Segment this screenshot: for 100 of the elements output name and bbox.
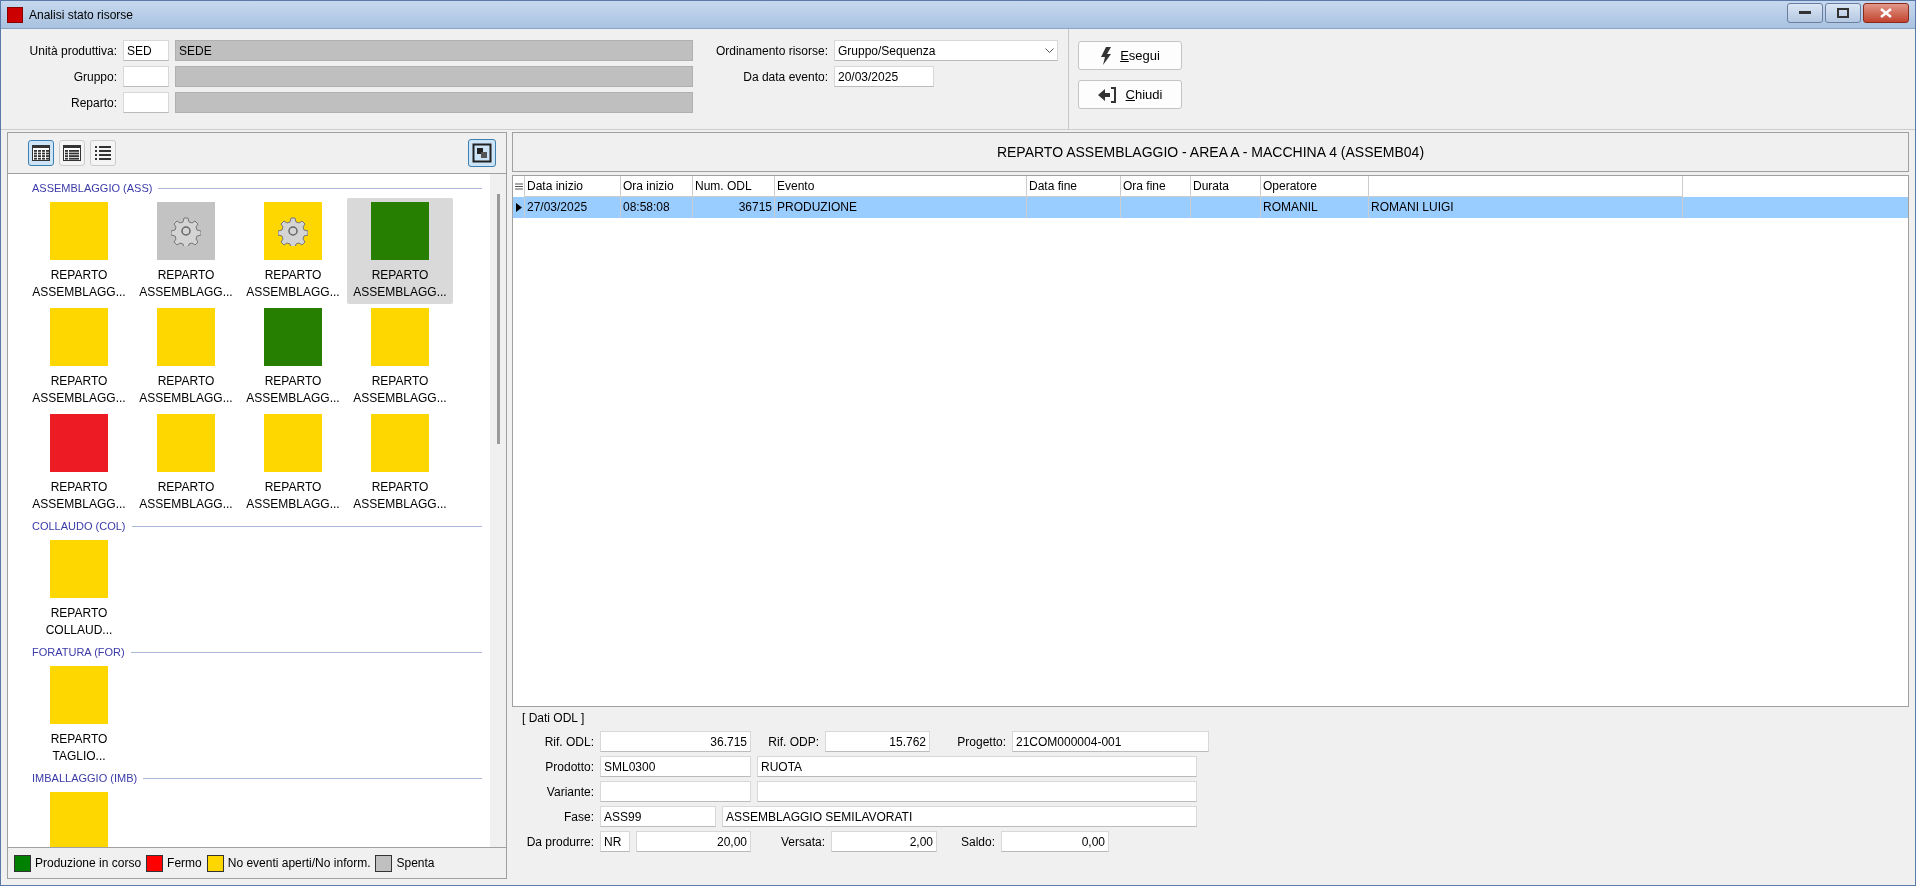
resource-tile[interactable]: REPARTO ASSEMBLAGG... xyxy=(240,198,346,304)
tile-label: REPARTO ASSEMBLAGG... xyxy=(31,373,127,407)
order-number-field[interactable]: 36.715 xyxy=(600,731,751,752)
run-button[interactable]: Esegui xyxy=(1078,41,1182,70)
sort-dropdown[interactable]: Gruppo/Sequenza xyxy=(834,40,1058,61)
description-field[interactable]: SEDE xyxy=(175,40,693,61)
resource-tile[interactable]: REPARTO ASSEMBLAGG... xyxy=(133,304,239,410)
tile-label: REPARTO ASSEMBLAGG... xyxy=(138,373,234,407)
chevron-down-icon xyxy=(1045,47,1054,54)
tile-label: REPARTO ASSEMBLAGG... xyxy=(31,267,127,301)
resize-icon xyxy=(472,143,492,163)
tile-label: REPARTO COLLAUD... xyxy=(44,605,114,639)
unit-field[interactable]: NR xyxy=(600,831,630,852)
resource-tile[interactable]: REPARTO TAGLIO... xyxy=(26,662,132,768)
table-cell: 08:58:08 xyxy=(621,197,693,218)
row-pointer-icon xyxy=(515,203,522,212)
description-field[interactable] xyxy=(175,66,693,87)
gear-icon xyxy=(278,216,308,246)
tile-label: REPARTO ASSEMBLAGG... xyxy=(352,479,448,513)
legend-label: Spenta xyxy=(396,856,435,870)
legend-label: Fermo xyxy=(167,856,202,870)
field-label: Reparto: xyxy=(69,95,117,110)
field-label: Prodotto: xyxy=(544,759,594,774)
tile-label: REPARTO ASSEMBLAGG... xyxy=(352,373,448,407)
close-button[interactable]: Chiudi xyxy=(1078,80,1182,109)
group-header: IMBALLAGGIO (IMB) xyxy=(32,772,138,784)
view-mode-button[interactable] xyxy=(90,140,116,166)
field-label: Saldo: xyxy=(959,834,995,849)
exit-icon xyxy=(1097,85,1118,104)
table-cell: PRODUZIONE xyxy=(775,197,1027,218)
detail-view-icon xyxy=(63,145,81,161)
tile-label: REPARTO ASSEMBLAGG... xyxy=(245,479,341,513)
expand-button[interactable] xyxy=(468,139,496,167)
tile-label: REPARTO TAGLIO... xyxy=(49,731,109,765)
field-label: Versata: xyxy=(779,834,825,849)
variant-description-field[interactable] xyxy=(757,781,1197,802)
resource-tile[interactable]: REPARTO ASSEMBLAGG... xyxy=(26,198,132,304)
lightning-icon xyxy=(1100,46,1113,65)
window-title: Analisi stato risorse xyxy=(29,7,135,22)
phase-code-field[interactable]: ASS99 xyxy=(600,806,716,827)
field-label: Progetto: xyxy=(956,734,1006,749)
group-header: FORATURA (FOR) xyxy=(32,646,125,658)
field-label: Fase: xyxy=(563,809,594,824)
table-cell: ROMANI LUIGI xyxy=(1369,197,1683,218)
resource-tile[interactable]: REPARTO ASSEMBLAGG... xyxy=(26,410,132,516)
field-label: Rif. ODP: xyxy=(767,734,819,749)
variant-code-field[interactable] xyxy=(600,781,751,802)
date-field[interactable]: 20/03/2025 xyxy=(834,66,934,87)
resource-tile[interactable]: REPARTO ASSEMBLAGG... xyxy=(133,410,239,516)
phase-description-field[interactable]: ASSEMBLAGGIO SEMILAVORATI xyxy=(722,806,1197,827)
code-field[interactable]: SED xyxy=(123,40,169,61)
field-label: Da data evento: xyxy=(742,69,828,84)
table-row[interactable]: 27/03/2025 08:58:08 36715 PRODUZIONE ROMANIL ROMANI LUIGI xyxy=(513,197,1908,218)
tile-label: REPARTO ASSEMBLAGG... xyxy=(245,267,341,301)
resource-tile[interactable]: REPARTO ASSEMBLAGG... xyxy=(240,304,346,410)
legend-label: Produzione in corso xyxy=(35,856,142,870)
project-field[interactable]: 21COM000004-001 xyxy=(1012,731,1209,752)
field-label: Da produrre: xyxy=(525,834,594,849)
resource-tile[interactable]: REPARTO COLLAUD... xyxy=(26,536,132,642)
table-cell: 36715 xyxy=(693,197,775,218)
quantity-field[interactable]: 20,00 xyxy=(636,831,751,852)
group-header: ASSEMBLAGGIO (ASS) xyxy=(32,182,153,194)
maximize-icon[interactable] xyxy=(1825,2,1861,23)
resource-tile[interactable]: REPARTO ASSEMBLAGG... xyxy=(347,410,453,516)
legend-label: No eventi aperti/No inform. xyxy=(227,856,371,870)
table-cell: ROMANIL xyxy=(1261,197,1369,218)
view-mode-button[interactable] xyxy=(59,140,85,166)
menu-icon[interactable] xyxy=(514,183,523,190)
tile-label: REPARTO ASSEMBLAGG... xyxy=(352,267,448,301)
balance-field[interactable]: 0,00 xyxy=(1001,831,1109,852)
product-description-field[interactable]: RUOTA xyxy=(757,756,1197,777)
resource-tile[interactable]: REPARTO ASSEMBLAGG... xyxy=(240,410,346,516)
section-title: [ Dati ODL ] xyxy=(522,711,586,727)
product-code-field[interactable]: SML0300 xyxy=(600,756,751,777)
field-label: Ordinamento risorse: xyxy=(714,43,828,58)
resource-tile[interactable]: REPARTO ASSEMBLAGG... xyxy=(26,304,132,410)
scrollbar[interactable] xyxy=(490,174,506,847)
app-icon xyxy=(7,6,23,23)
tile-label: REPARTO ASSEMBLAGG... xyxy=(138,267,234,301)
group-header: COLLAUDO (COL) xyxy=(32,520,126,532)
tile-label: REPARTO ASSEMBLAGG... xyxy=(245,373,341,407)
tile-label: REPARTO ASSEMBLAGG... xyxy=(138,479,234,513)
list-view-icon xyxy=(94,145,112,161)
close-icon[interactable] xyxy=(1863,2,1909,23)
resource-tile[interactable]: REPARTO ASSEMBLAGG... xyxy=(133,198,239,304)
tile-label: REPARTO ASSEMBLAGG... xyxy=(31,479,127,513)
description-field[interactable] xyxy=(175,92,693,113)
resource-tile[interactable]: REPARTO ASSEMBLAGG... xyxy=(347,198,453,304)
field-label: Variante: xyxy=(545,784,594,799)
delivered-field[interactable]: 2,00 xyxy=(831,831,937,852)
view-mode-button[interactable] xyxy=(28,140,54,166)
table-cell: 27/03/2025 xyxy=(525,197,621,218)
field-label: Rif. ODL: xyxy=(543,734,594,749)
grid-view-icon xyxy=(32,145,50,161)
code-field[interactable] xyxy=(123,66,169,87)
code-field[interactable] xyxy=(123,92,169,113)
minimize-icon[interactable] xyxy=(1787,2,1823,23)
field-label: Unità produttiva: xyxy=(28,43,117,58)
production-order-field[interactable]: 15.762 xyxy=(825,731,930,752)
resource-tile[interactable]: REPARTO ASSEMBLAGG... xyxy=(347,304,453,410)
